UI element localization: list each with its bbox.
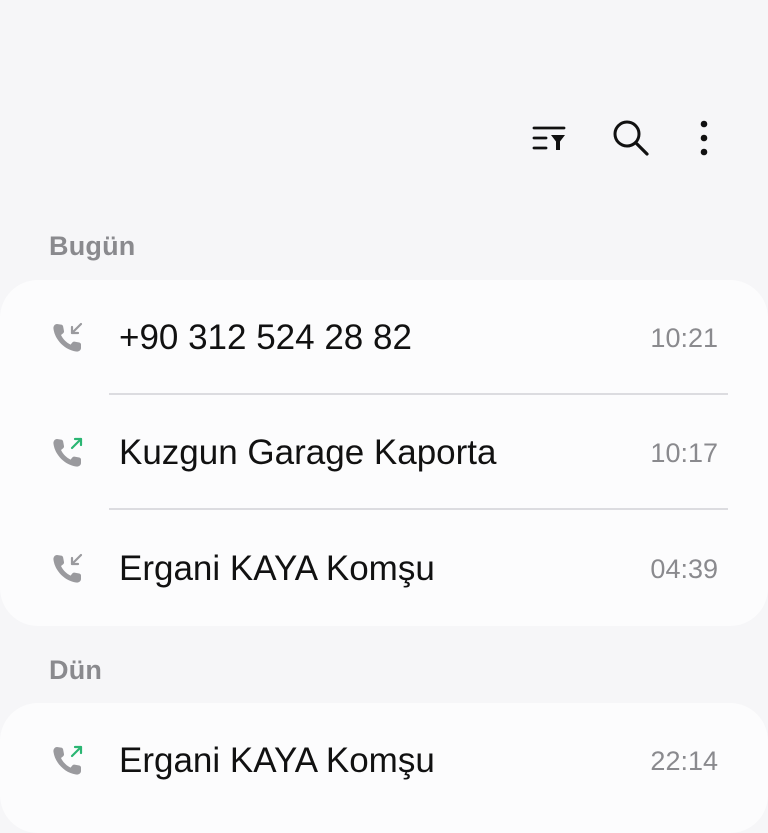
caller-name: Ergani KAYA Komşu [119,741,435,780]
call-time: 10:17 [650,438,718,468]
filter-list-icon [532,123,568,153]
search-button[interactable] [603,108,659,168]
more-vertical-icon [698,120,710,156]
call-time: 10:21 [650,323,718,353]
call-log-card-today: +90 312 524 28 82 10:21 Kuzgun Garage Ka… [0,280,768,626]
call-log-row[interactable]: Ergani KAYA Komşu 04:39 [0,511,768,627]
caller-name: +90 312 524 28 82 [119,318,412,357]
incoming-call-icon [50,280,86,396]
call-log-row[interactable]: Kuzgun Garage Kaporta 10:17 [0,395,768,511]
caller-name: Kuzgun Garage Kaporta [119,433,497,472]
call-time: 04:39 [650,554,718,584]
row-divider [109,508,728,510]
outgoing-call-icon [50,395,86,511]
call-log-row[interactable]: Ergani KAYA Komşu 22:14 [0,703,768,819]
more-options-button[interactable] [676,108,732,168]
incoming-call-icon [50,511,86,627]
filter-button[interactable] [522,108,578,168]
call-log-row[interactable]: +90 312 524 28 82 10:21 [0,280,768,396]
section-header-today: Bugün [49,231,136,261]
top-toolbar [0,108,768,168]
search-icon [611,118,651,158]
outgoing-call-icon [50,703,86,819]
call-log-card-yesterday: Ergani KAYA Komşu 22:14 [0,703,768,833]
caller-name: Ergani KAYA Komşu [119,549,435,588]
section-header-yesterday: Dün [49,655,103,685]
call-time: 22:14 [650,746,718,776]
